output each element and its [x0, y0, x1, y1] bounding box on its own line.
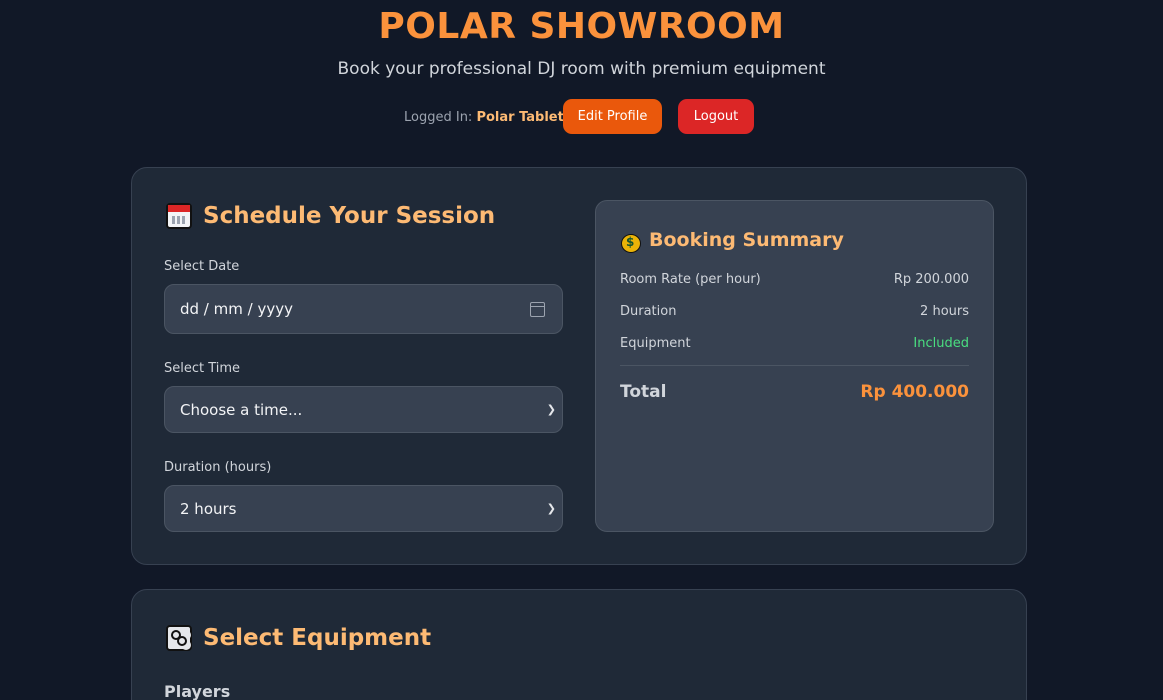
total-label: Total [620, 382, 667, 402]
time-select-value: Choose a time... [180, 400, 303, 419]
user-name: Polar Tablet [476, 110, 564, 125]
summary-divider [620, 365, 969, 366]
calendar-icon [166, 203, 192, 229]
equipment-title-text: Select Equipment [203, 625, 432, 651]
logged-in-status: Logged In: Polar Tablet [404, 110, 564, 125]
time-select[interactable]: Choose a time... ❯ [164, 386, 563, 433]
duration-select-value: 2 hours [180, 499, 237, 518]
summary-total: Total Rp 400.000 [620, 382, 969, 402]
summary-row-value: 2 hours [920, 304, 969, 319]
logged-in-label: Logged In: [404, 110, 473, 125]
duration-select[interactable]: 2 hours ❯ [164, 485, 563, 532]
chevron-down-icon: ❯ [546, 502, 556, 515]
money-bag-icon [620, 229, 641, 253]
logout-button[interactable]: Logout [678, 99, 754, 134]
summary-row-value: Included [913, 336, 969, 351]
booking-summary-title-text: Booking Summary [649, 229, 844, 251]
equipment-title: Select Equipment [166, 625, 431, 651]
schedule-title-text: Schedule Your Session [203, 203, 496, 229]
date-input[interactable]: dd / mm / yyyy [164, 284, 563, 334]
edit-profile-button[interactable]: Edit Profile [563, 99, 662, 134]
summary-row-room-rate: Room Rate (per hour) Rp 200.000 [620, 272, 969, 287]
chevron-down-icon: ❯ [546, 403, 556, 416]
booking-summary-title: Booking Summary [620, 229, 844, 253]
players-heading: Players [164, 682, 231, 700]
summary-row-label: Equipment [620, 336, 691, 351]
page-subtitle: Book your professional DJ room with prem… [337, 59, 826, 79]
time-label: Select Time [164, 361, 241, 376]
summary-row-value: Rp 200.000 [893, 272, 969, 287]
summary-row-label: Room Rate (per hour) [620, 272, 761, 287]
summary-row-label: Duration [620, 304, 677, 319]
calendar-picker-icon[interactable] [530, 301, 545, 317]
summary-row-duration: Duration 2 hours [620, 304, 969, 319]
total-value: Rp 400.000 [860, 382, 969, 402]
duration-label: Duration (hours) [164, 460, 272, 475]
summary-row-equipment: Equipment Included [620, 336, 969, 351]
page-title: POLAR SHOWROOM [378, 6, 785, 47]
date-placeholder: dd / mm / yyyy [180, 300, 293, 318]
dj-controller-icon [166, 625, 192, 651]
schedule-title: Schedule Your Session [166, 203, 495, 229]
date-label: Select Date [164, 259, 240, 274]
